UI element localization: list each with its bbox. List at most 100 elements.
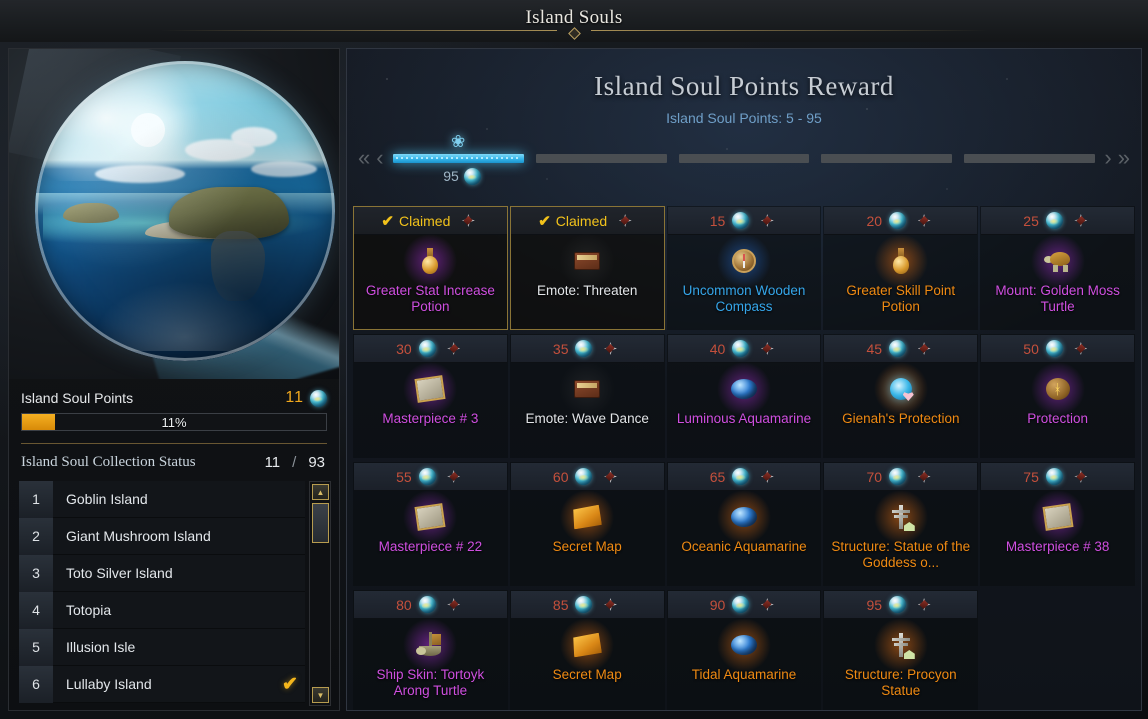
reward-cell[interactable]: 20 Greater Skill Point Potion xyxy=(823,206,979,330)
reward-cell[interactable]: ✔ Claimed Greater Stat Increase Potion xyxy=(353,206,508,330)
reward-cell-body: Gienah's Protection xyxy=(824,362,977,457)
ship-skin-art xyxy=(416,632,444,658)
reward-cell-body: Greater Skill Point Potion xyxy=(824,234,977,329)
reward-cell[interactable]: 90 Tidal Aquamarine xyxy=(666,590,822,710)
soul-orb-icon xyxy=(463,167,481,185)
reward-cost-value: 35 xyxy=(552,340,569,357)
first-page-icon[interactable]: « xyxy=(355,147,373,169)
treasure-map-art xyxy=(572,633,602,658)
island-list-container: 1 Goblin Island 2 Giant Mushroom Island 3 Tot… xyxy=(19,481,331,706)
reward-cell[interactable]: 25 Mount: Golden Moss Turtle xyxy=(980,206,1135,330)
reward-cell[interactable]: 40 Luminous Aquamarine xyxy=(666,334,822,458)
island-list-item[interactable]: 6 Lullaby Island ✔ xyxy=(19,665,305,703)
island-list-scrollbar[interactable]: ▲ ▼ xyxy=(309,481,331,706)
island-sphere-icon xyxy=(35,61,335,361)
reward-cell[interactable]: 50 Protection xyxy=(980,334,1135,458)
reward-cell[interactable]: 30 Masterpiece # 3 xyxy=(353,334,508,458)
turtle-icon xyxy=(1028,234,1087,288)
reward-cell-header: 30 xyxy=(354,335,507,363)
tier-segment[interactable] xyxy=(964,153,1096,163)
soul-orb-icon xyxy=(732,596,750,613)
soul-orb-icon xyxy=(575,340,593,357)
reward-cell[interactable]: 65 Oceanic Aquamarine xyxy=(666,462,822,586)
tier-segment[interactable] xyxy=(821,153,953,163)
heart-gem-icon xyxy=(871,362,930,416)
island-name: Toto Silver Island xyxy=(66,565,173,581)
potion-icon xyxy=(871,234,930,288)
reward-cell-header: 75 xyxy=(981,463,1134,491)
island-info-panel: Island Soul Points 11 11% Island Soul Co… xyxy=(8,48,340,711)
rarity-badge-icon xyxy=(756,596,778,613)
treasure-map-icon xyxy=(558,618,617,672)
reward-cell-header: 70 xyxy=(824,463,978,491)
reward-cell[interactable]: 85 Secret Map xyxy=(509,590,665,710)
rarity-badge-icon xyxy=(1070,212,1092,229)
island-soul-points-value: 11 xyxy=(285,389,304,406)
reward-cell-body: Protection xyxy=(981,362,1134,457)
tier-segment[interactable]: ❀ 95 xyxy=(392,132,524,185)
island-name: Illusion Isle xyxy=(66,639,136,655)
prev-page-icon[interactable]: ‹ xyxy=(373,147,386,169)
reward-cost-value: 95 xyxy=(866,596,883,613)
reward-cell-body: Oceanic Aquamarine xyxy=(668,490,821,585)
treasure-map-art xyxy=(572,505,602,530)
rune-icon xyxy=(1028,362,1087,416)
reward-cell[interactable]: 95 Structure: Procyon Statue xyxy=(823,590,979,710)
reward-cost-value: 25 xyxy=(1023,212,1039,229)
rarity-badge-icon xyxy=(599,596,621,613)
reward-cell[interactable]: 55 Masterpiece # 22 xyxy=(353,462,508,586)
reward-cell[interactable]: 60 Secret Map xyxy=(509,462,665,586)
reward-cost-value: 65 xyxy=(709,468,726,485)
reward-cell-header: 95 xyxy=(824,591,978,619)
rarity-badge-icon xyxy=(913,468,935,485)
window-title-bar: Island Souls xyxy=(0,0,1148,42)
island-list-item[interactable]: 3 Toto Silver Island xyxy=(19,554,305,592)
reward-cell[interactable]: 70 Structure: Statue of the Goddess o... xyxy=(823,462,979,586)
collection-total-count: 93 xyxy=(308,454,325,471)
next-page-icon[interactable]: › xyxy=(1101,147,1114,169)
last-page-icon[interactable]: » xyxy=(1115,147,1133,169)
soul-orb-icon xyxy=(889,468,907,485)
reward-cell-body: Structure: Statue of the Goddess o... xyxy=(824,490,977,585)
scrollbar-thumb[interactable] xyxy=(312,503,329,543)
island-list-item[interactable]: 1 Goblin Island xyxy=(19,481,305,518)
statue-art xyxy=(890,631,915,659)
soul-orb-icon xyxy=(732,212,750,229)
reward-cell[interactable]: 45 Gienah's Protection xyxy=(823,334,979,458)
rarity-badge-icon xyxy=(457,212,479,229)
reward-cell[interactable]: ✔ Claimed Emote: Threaten xyxy=(509,206,665,330)
reward-cell-body: Greater Stat Increase Potion xyxy=(354,234,507,329)
reward-cell-body: Secret Map xyxy=(511,618,664,710)
claimed-status: ✔ Claimed xyxy=(381,212,450,230)
reward-cell-body: Tidal Aquamarine xyxy=(668,618,821,710)
reward-cost-value: 50 xyxy=(1023,340,1039,357)
island-soul-points-row: Island Soul Points 11 xyxy=(9,379,339,413)
book-art xyxy=(574,380,601,398)
soul-orb-icon xyxy=(575,596,593,613)
reward-cell[interactable]: 80 Ship Skin: Tortoyk Arong Turtle xyxy=(353,590,508,710)
soul-orb-icon xyxy=(310,389,327,407)
tier-segment[interactable] xyxy=(535,153,667,163)
rarity-badge-icon xyxy=(756,212,778,229)
reward-cell[interactable]: 15 Uncommon Wooden Compass xyxy=(666,206,822,330)
island-list[interactable]: 1 Goblin Island 2 Giant Mushroom Island 3 Tot… xyxy=(19,481,305,706)
scroll-up-arrow-icon[interactable]: ▲ xyxy=(312,484,329,500)
scroll-down-arrow-icon[interactable]: ▼ xyxy=(312,687,329,703)
compass-art xyxy=(731,249,756,273)
island-index: 1 xyxy=(19,481,53,518)
tier-segment[interactable] xyxy=(678,153,810,163)
tier-segment-track[interactable]: ❀ 95 xyxy=(387,132,1102,185)
rarity-badge-icon xyxy=(913,212,935,229)
island-souls-window: Island Souls Island Soul Points 11 11% I… xyxy=(0,0,1148,719)
island-list-item[interactable]: 5 Illusion Isle xyxy=(19,628,305,666)
island-list-item[interactable]: 4 Totopia xyxy=(19,591,305,629)
potion-art xyxy=(891,248,911,274)
reward-cell[interactable]: 35 Emote: Wave Dance xyxy=(509,334,665,458)
potion-art xyxy=(420,248,440,274)
reward-cell[interactable]: 75 Masterpiece # 38 xyxy=(980,462,1135,586)
island-list-item[interactable]: 2 Giant Mushroom Island xyxy=(19,517,305,555)
soul-orb-icon xyxy=(732,340,750,357)
reward-cell-body: Structure: Procyon Statue xyxy=(824,618,977,710)
reward-cost-value: 15 xyxy=(709,212,726,229)
island-name: Giant Mushroom Island xyxy=(66,528,211,544)
